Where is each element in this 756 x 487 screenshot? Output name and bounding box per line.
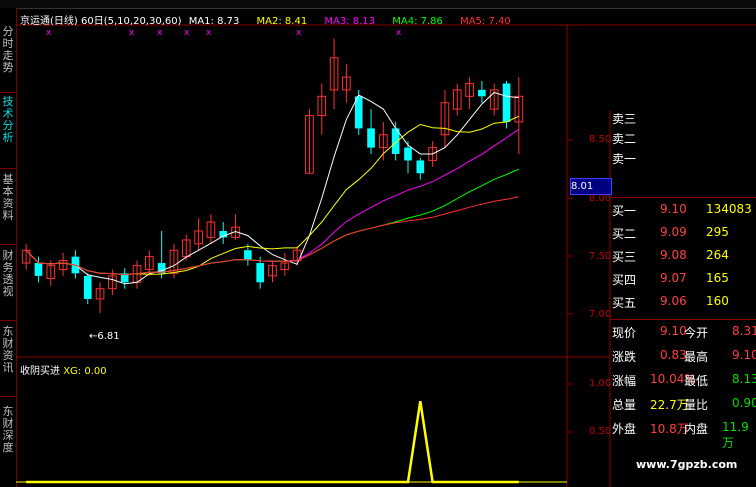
ask-row: 卖三 [610,106,756,126]
price-tick: 7.50 [589,251,612,262]
signal-mark: x [184,28,190,38]
signal-mark: x [296,28,302,38]
quote-row: 总量 22.7万 量比 0.90 [610,394,756,413]
ask-row: 卖二 [610,126,756,146]
divider [610,319,756,320]
candle-body-down [478,89,486,97]
quote-value: 11.9万 [722,420,749,450]
signal-mark: x [206,28,212,38]
quote-row: 涨跌 0.83 最高 9.10 [610,346,756,365]
bid-price: 9.09 [660,225,687,239]
quote-label: 现价 [612,326,637,340]
candle-body-down [416,160,425,174]
quote-label: 最高 [684,350,709,364]
order-book-panel: 卖三 卖二 卖一 买一 9.10 134083 买二 9.09 295 买三 9.08 26… [610,112,756,487]
signal-mark: x [157,28,163,38]
quote-value: 0.90 [732,396,756,410]
quote-label: 内盘 [684,422,709,436]
quote-value: 9.10 [732,348,756,362]
ma5-label: MA5: 7.40 [460,16,511,27]
bid-label: 买五 [612,296,637,310]
candle-body-down [404,147,412,161]
ma2-label: MA2: 8.41 [256,16,308,27]
bid-row[interactable]: 买三 9.08 264 [610,244,756,267]
ask-label: 卖三 [612,112,637,126]
quote-value: 10.8万 [650,422,689,436]
bid-label: 买一 [612,204,637,218]
quote-value: 22.7万 [650,398,689,412]
ma4-label: MA4: 7.86 [392,16,443,27]
signal-mark: x [129,28,135,38]
quote-label: 涨幅 [612,374,637,388]
bid-volume: 134083 [706,202,752,216]
indicator-value: XG: 0.00 [63,366,107,377]
ma1-label: MA1: 8.73 [188,16,240,27]
quote-row: 外盘 10.8万 内盘 11.9万 [610,418,756,450]
bid-price: 9.08 [660,248,687,262]
stock-title: 京运通(日线) [20,16,78,27]
bid-label: 买四 [612,273,637,287]
indicator-xg-line [26,401,519,484]
bid-label: 买二 [612,227,637,241]
chart-header: 京运通(日线) 60日(5,10,20,30,60) MA1: 8.73 MA2… [20,12,511,27]
bid-row[interactable]: 买五 9.06 160 [610,290,756,313]
signal-mark: x [46,28,52,38]
ask-label: 卖一 [612,152,637,166]
quote-value: 0.83 [660,348,687,362]
bid-price: 9.06 [660,294,687,308]
bid-row[interactable]: 买四 9.07 165 [610,267,756,290]
quote-value: 9.10 [660,324,687,338]
bid-volume: 160 [706,294,729,308]
ma3-line [25,128,520,276]
price-tick: 7.00 [589,309,612,320]
ask-row: 卖一 [610,146,756,166]
watermark: www.7gpzb.com [636,458,738,471]
ma-params: (5,10,20,30,60) [103,16,182,27]
bid-label: 买三 [612,250,637,264]
quote-label: 量比 [684,398,709,412]
bid-price: 9.07 [660,271,687,285]
indicator-tick: 1.00 [589,378,612,389]
bid-row[interactable]: 买一 9.10 134083 [610,198,756,221]
candle-body-down [502,83,511,122]
ask-label: 卖二 [612,132,637,146]
price-tick: 8.50 [589,134,612,145]
bid-row[interactable]: 买二 9.09 295 [610,221,756,244]
bid-price: 9.10 [660,202,687,216]
candle-body-down [34,263,43,276]
bid-volume: 264 [706,248,729,262]
candle-body-down [83,275,92,299]
candle-body-down [244,250,252,261]
current-price-marker: 8.01 [570,178,612,195]
quote-label: 外盘 [612,422,637,436]
quote-value: 8.13 [732,372,756,386]
ma4-line [25,168,519,276]
quote-row: 现价 9.10 今开 8.31 [610,322,756,341]
bid-volume: 295 [706,225,729,239]
indicator-name: 收阴买进 [20,366,60,377]
candle-body-down [367,128,375,148]
quote-label: 今开 [684,326,709,340]
quote-row: 涨幅 10.04% 最低 8.13 [610,370,756,389]
signal-mark: x [396,28,402,38]
quote-label: 涨跌 [612,350,637,364]
ma3-label: MA3: 8.13 [324,16,376,27]
period-label: 60日 [81,16,104,27]
low-annotation: ←6.81 [89,331,120,342]
quote-label: 总量 [612,398,637,412]
quote-value: 8.31 [732,324,756,338]
bid-volume: 165 [706,271,729,285]
indicator-header: 收阴买进 XG: 0.00 [20,362,107,377]
quote-label: 最低 [684,374,709,388]
indicator-tick: 0.50 [589,426,612,437]
candle-body-down [256,263,265,283]
